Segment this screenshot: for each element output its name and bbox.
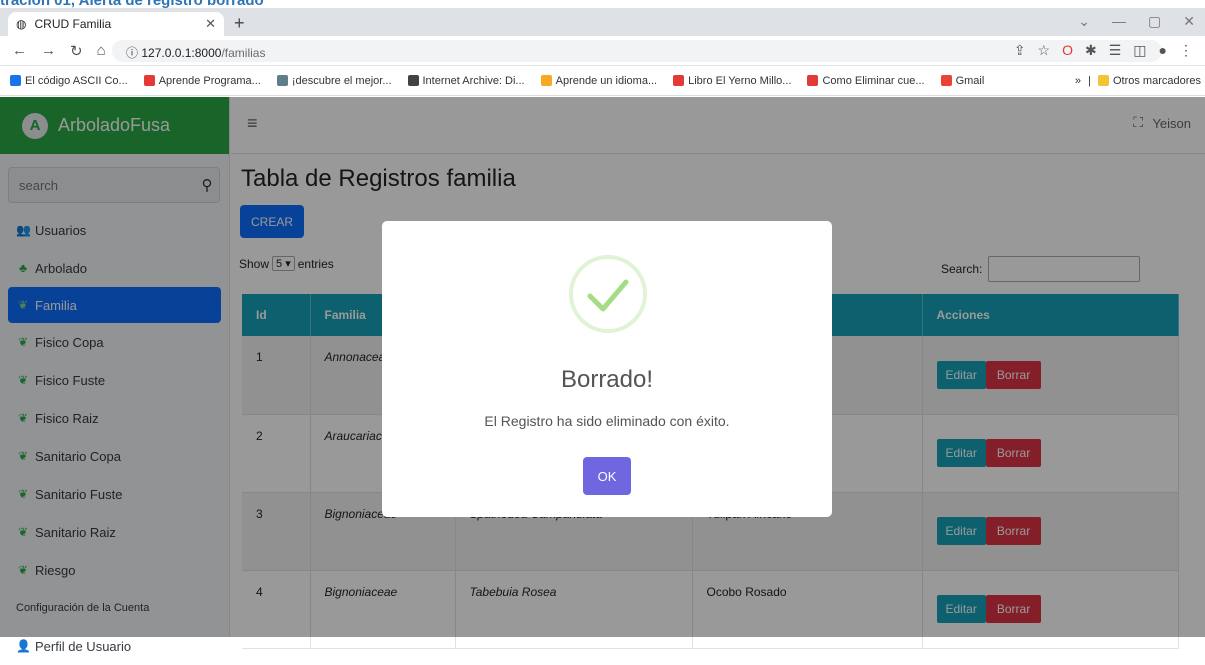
bookmarks-bar: El código ASCII Co... Aprende Programa...… xyxy=(0,66,1205,96)
folder-icon xyxy=(1097,75,1109,86)
success-check-icon xyxy=(569,255,647,333)
bookmark-label: Internet Archive: Di... xyxy=(422,74,525,87)
window-controls: ⌄ — ▢ ✕ xyxy=(1078,13,1195,30)
bookmark-item[interactable]: Libro El Yerno Millo... xyxy=(673,75,791,87)
forward-icon[interactable]: → xyxy=(41,42,56,60)
profile-icon[interactable]: ● xyxy=(1159,42,1167,59)
bookmark-item[interactable]: Gmail xyxy=(940,74,985,87)
bookmark-label: Como Eliminar cue... xyxy=(822,74,925,87)
bookmark-favicon-icon xyxy=(407,75,419,86)
success-alert: Borrado! El Registro ha sido eliminado c… xyxy=(382,221,832,517)
other-bookmarks-label: Otros marcadores xyxy=(1112,74,1201,87)
bookmark-favicon-icon xyxy=(540,75,552,86)
tab-title: CRUD Familia xyxy=(34,17,112,31)
user-icon: 👤 xyxy=(16,639,31,653)
globe-icon: ◍ xyxy=(16,17,27,31)
figure-caption: tración 01, Alerta de registro borrado xyxy=(0,0,264,9)
bookmark-favicon-icon xyxy=(807,75,819,86)
reading-list-icon[interactable]: ☰ xyxy=(1109,42,1122,59)
bookmark-item[interactable]: ¡descubre el mejor... xyxy=(276,74,392,87)
browser-tab-bar: ◍ CRUD Familia ✕ + ⌄ — ▢ ✕ xyxy=(0,8,1205,36)
menu-icon[interactable]: ⋮ xyxy=(1179,42,1193,59)
close-window-icon[interactable]: ✕ xyxy=(1183,13,1195,30)
bookmark-label: ¡descubre el mejor... xyxy=(291,74,392,87)
ok-button[interactable]: OK xyxy=(583,457,631,495)
restore-icon[interactable]: ▢ xyxy=(1148,13,1161,30)
address-bar: ← → ↻ ⌂ ⓘ 127.0.0.1:8000/familias ⇪ ☆ O … xyxy=(0,36,1205,66)
url-field[interactable]: ⓘ 127.0.0.1:8000/familias xyxy=(112,40,1162,62)
bookmark-favicon-icon xyxy=(143,75,155,86)
browser-tab[interactable]: ◍ CRUD Familia ✕ xyxy=(8,12,224,36)
bookmark-item[interactable]: Aprende Programa... xyxy=(143,74,261,87)
bookmark-label: Gmail xyxy=(955,74,985,87)
extensions-icon[interactable]: ✱ xyxy=(1085,42,1097,59)
other-bookmarks[interactable]: » | Otros marcadores xyxy=(1075,75,1205,87)
sidebar-item-label: Perfil de Usuario xyxy=(35,638,132,654)
bookmark-item[interactable]: Internet Archive: Di... xyxy=(407,74,525,87)
bookmark-favicon-icon xyxy=(673,75,685,86)
bookmark-item[interactable]: El código ASCII Co... xyxy=(10,75,128,87)
alert-message: El Registro ha sido eliminado con éxito. xyxy=(484,413,730,429)
bookmark-favicon-icon xyxy=(276,75,288,86)
info-icon: ⓘ xyxy=(126,46,139,60)
sidepanel-icon[interactable]: ◫ xyxy=(1133,42,1146,59)
bookmark-label: Libro El Yerno Millo... xyxy=(688,74,792,87)
back-icon[interactable]: ← xyxy=(12,42,27,60)
close-tab-icon[interactable]: ✕ xyxy=(205,16,216,32)
share-icon[interactable]: ⇪ xyxy=(1014,42,1026,59)
bookmark-item[interactable]: Aprende un idioma... xyxy=(540,74,658,87)
url-host: 127.0.0.1:8000 xyxy=(141,46,222,60)
bookmark-favicon-icon xyxy=(10,75,21,86)
tab-search-icon[interactable]: ⌄ xyxy=(1078,13,1090,30)
reload-icon[interactable]: ↻ xyxy=(70,42,83,60)
bookmark-favicon-icon xyxy=(940,75,952,86)
bookmark-label: Aprende Programa... xyxy=(158,74,261,87)
bookmark-label: Aprende un idioma... xyxy=(555,74,658,87)
bookmark-item[interactable]: Como Eliminar cue... xyxy=(807,74,925,87)
home-icon[interactable]: ⌂ xyxy=(97,42,106,60)
new-tab-icon[interactable]: + xyxy=(234,13,245,34)
bookmark-label: El código ASCII Co... xyxy=(25,74,128,87)
opera-icon[interactable]: O xyxy=(1062,42,1073,59)
star-icon[interactable]: ☆ xyxy=(1038,42,1051,59)
url-path: /familias xyxy=(221,46,266,60)
minimize-icon[interactable]: — xyxy=(1112,13,1126,30)
chevron-right-icon: » xyxy=(1074,74,1081,87)
alert-title: Borrado! xyxy=(560,366,654,393)
